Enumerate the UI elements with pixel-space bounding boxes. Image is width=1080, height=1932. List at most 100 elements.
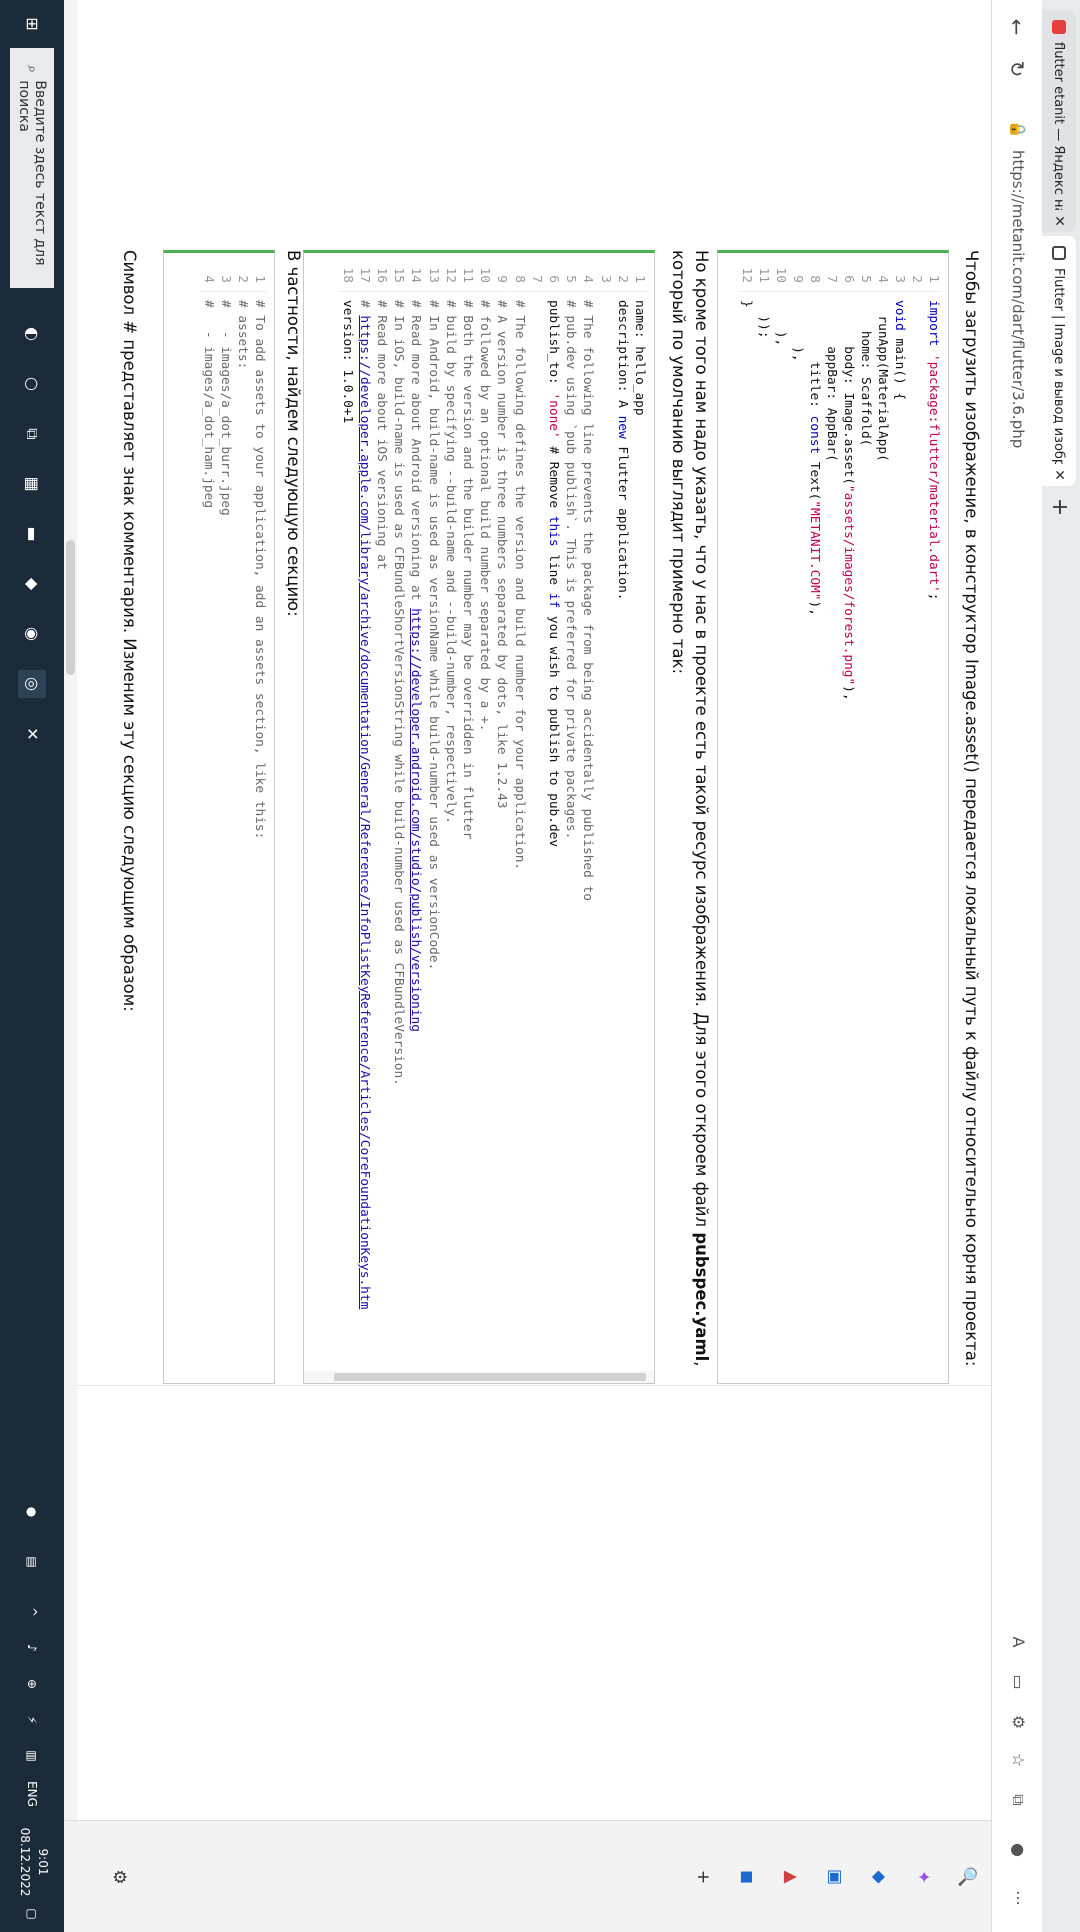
code-line: 1 import 'package:flutter/material.dart';	[925, 253, 942, 601]
code-token: 'package:flutter/material.dart'	[926, 353, 941, 593]
close-tab-icon[interactable]: ✕	[1051, 210, 1067, 232]
tab-yandex-search[interactable]: flutter etanit — Яндекс нашлось ✕	[1042, 10, 1076, 232]
code-token: Text(	[807, 461, 822, 501]
code-line: 3	[596, 253, 614, 300]
code-line: 3 # - images/a_dot_burr.jpeg	[217, 253, 234, 516]
line-number: 8	[806, 253, 823, 292]
url-text: https://metanit.com/dart/flutter/3.6.php	[1009, 150, 1027, 449]
favorites-icon[interactable]: ☆	[1006, 1748, 1030, 1772]
code-line: 2 # assets:	[234, 253, 251, 369]
add-sidebar-icon[interactable]: +	[691, 1865, 715, 1889]
new-tab-button[interactable]: +	[1046, 494, 1072, 520]
code-line: 17 # https://developer.apple.com/library/…	[355, 253, 373, 1309]
task-view-icon[interactable]: ⧉	[18, 420, 46, 448]
code-token: ),	[790, 300, 805, 362]
line-number: 16	[373, 253, 390, 292]
visual-studio-icon[interactable]: ◆	[18, 570, 46, 598]
code-line: 14 # Read more about Android versioning a…	[407, 253, 425, 1032]
store-icon[interactable]: ▦	[18, 470, 46, 498]
chevron-up-icon[interactable]: ^	[18, 1600, 46, 1624]
more-icon[interactable]: ⋯	[1006, 1886, 1030, 1910]
copilot-icon[interactable]: ✦	[911, 1865, 935, 1889]
code-token: # build by specifying --build-name and -…	[442, 300, 458, 824]
chrome-icon[interactable]: ◉	[18, 620, 46, 648]
collections-icon[interactable]: ⧉	[1006, 1788, 1030, 1812]
url-field[interactable]: 🔒 https://metanit.com/dart/flutter/3.6.p…	[1002, 120, 1034, 1580]
code-link[interactable]: https://developer.android.com/studio/pub…	[408, 608, 423, 1032]
line-number: 3	[891, 253, 908, 292]
tab-title: flutter etanit — Яндекс нашлось	[1051, 42, 1067, 210]
sidebar-settings-icon[interactable]: ⚙	[107, 1865, 131, 1889]
section-paragraph: В частности, найдем следующую секцию:	[284, 250, 303, 617]
vscode-icon[interactable]: ✕	[18, 720, 46, 748]
network-icon[interactable]: ⊕	[18, 1672, 46, 1696]
outlook-icon[interactable]: ◼	[735, 1865, 759, 1889]
code-link[interactable]: https://developer.apple.com/library/arch…	[357, 315, 372, 1309]
scroll-thumb[interactable]	[334, 1373, 646, 1381]
tab-flutter-image[interactable]: Flutter | Image и вывод изображения ✕	[1042, 236, 1076, 486]
taskbar-search[interactable]: ⌕ Введите здесь текст для поиска	[10, 48, 54, 288]
code-line: 8 title: const Text("METANIT.COM"),	[806, 253, 823, 616]
code-token: # Both the version and the builder numbe…	[460, 300, 475, 840]
code-token: ),	[807, 600, 822, 616]
code-token: ;	[926, 592, 941, 601]
code-token: import	[926, 300, 941, 354]
power-icon[interactable]: ⚡	[18, 1708, 46, 1732]
code-line: 1 # To add assets to your application, ad…	[251, 253, 268, 839]
search-icon[interactable]: 🔍	[955, 1865, 979, 1889]
scroll-thumb[interactable]	[66, 540, 75, 675]
code-line: 7 appBar: AppBar(	[823, 253, 840, 462]
address-bar: ← ↻ 🔒 https://metanit.com/dart/flutter/3…	[991, 0, 1042, 1932]
back-icon[interactable]: ←	[1004, 14, 1030, 40]
close-tab-icon[interactable]: ✕	[1051, 464, 1067, 486]
shopping-icon[interactable]: ◆	[867, 1865, 891, 1889]
keyboard-icon[interactable]: ▥	[18, 1744, 46, 1768]
code-line: 2 description: A new Flutter application.	[613, 253, 631, 601]
code-line: 13 # In Android, build-name is used as ve…	[424, 253, 442, 970]
language-indicator[interactable]: ENG	[18, 1776, 46, 1812]
line-number: 9	[789, 253, 806, 292]
code-token: description: A	[614, 300, 630, 416]
helper-icon[interactable]: ●	[18, 1500, 46, 1524]
clock[interactable]: 9:01 08.12.2022	[16, 1822, 52, 1902]
page-icon	[1052, 246, 1066, 260]
taskbar: ⊞ ⌕ Введите здесь текст для поиска ◐ ○ ⧉…	[0, 0, 64, 1932]
extensions-icon[interactable]: ⚙	[1006, 1710, 1030, 1734]
code-line: 10 ),	[772, 253, 789, 346]
code-token: 'none'	[546, 392, 561, 439]
code-token: #	[356, 300, 372, 316]
code-line: 5 # pub.dev using `pub publish`. This is …	[562, 253, 580, 839]
code-line: 2	[908, 253, 925, 300]
line-number: 1	[631, 253, 648, 292]
page-content: Чтобы загрузить изображение, в конструкт…	[77, 0, 991, 1820]
code-line: 16 # Read more about iOS versioning at	[373, 253, 390, 570]
edge-icon[interactable]: ◎	[18, 670, 46, 698]
file-explorer-icon[interactable]: ▬	[18, 520, 46, 548]
notifications-icon[interactable]: ▢	[18, 1902, 46, 1926]
tools-icon[interactable]: ▣	[823, 1865, 847, 1889]
code-line: 4 # The following line prevents the packa…	[579, 253, 597, 901]
time: 9:01	[36, 1848, 50, 1876]
split-screen-icon[interactable]: ▭	[1006, 1670, 1030, 1694]
code-token: ),	[773, 300, 788, 347]
volume-icon[interactable]: ♪	[18, 1636, 46, 1660]
start-icon[interactable]: ⊞	[18, 10, 46, 38]
profile-avatar[interactable]: ●	[1006, 1838, 1030, 1862]
cortana-icon[interactable]: ○	[18, 370, 46, 398]
code-token: name: hello_app	[632, 300, 647, 416]
app-tray-icon[interactable]: ▤	[18, 1550, 46, 1574]
line-number: 1	[925, 253, 942, 292]
code-vertical-scrollbar[interactable]	[304, 1371, 654, 1383]
line-number: 5	[562, 253, 580, 292]
code-token: line	[546, 546, 561, 593]
games-icon[interactable]: ▲	[779, 1865, 803, 1889]
refresh-icon[interactable]: ↻	[1004, 56, 1030, 82]
code-line: 6 publish_to: 'none' # Remove this line i…	[545, 253, 562, 847]
horizontal-scrollbar[interactable]	[64, 0, 77, 1820]
read-aloud-icon[interactable]: A	[1006, 1630, 1030, 1654]
code-token: ));	[756, 300, 771, 339]
line-number: 10	[476, 253, 494, 292]
code-token: "METANIT.COM"	[807, 500, 822, 601]
widgets-icon[interactable]: ◐	[18, 320, 46, 348]
code-line: 18 version: 1.0.0+1	[338, 253, 356, 423]
